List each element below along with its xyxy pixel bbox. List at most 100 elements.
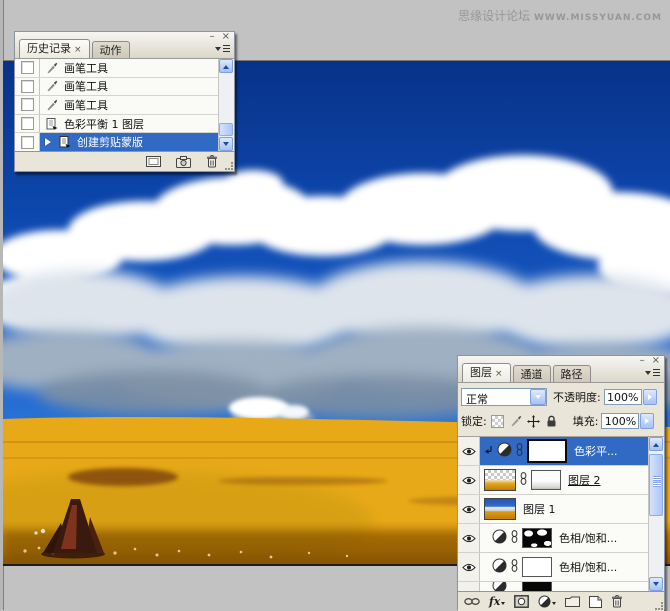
lock-all-icon[interactable]: [545, 414, 559, 428]
blend-mode-select[interactable]: 正常: [461, 388, 547, 406]
close-icon[interactable]: ×: [652, 356, 660, 366]
link-mask-icon[interactable]: [511, 530, 518, 546]
lock-move-icon[interactable]: [527, 414, 541, 428]
lock-paint-icon[interactable]: [509, 414, 523, 428]
chevron-down-icon[interactable]: [530, 389, 546, 405]
watermark: 思缘设计论坛 WWW.MISSYUAN.COM: [458, 7, 662, 24]
tab-layers[interactable]: 图层 ×: [462, 363, 511, 382]
tab-history[interactable]: 历史记录 ×: [19, 39, 90, 58]
history-row[interactable]: 画笔工具: [15, 59, 234, 78]
adjustment-layer-icon[interactable]: [497, 442, 512, 460]
history-state-pointer[interactable]: [45, 138, 55, 147]
layer-name[interactable]: 色彩平...: [574, 443, 618, 459]
brush-icon: [45, 80, 59, 92]
layer-row-partial[interactable]: [458, 582, 664, 591]
resize-grip[interactable]: [655, 602, 663, 610]
link-mask-icon[interactable]: [516, 443, 523, 459]
history-row-label: 画笔工具: [64, 98, 108, 112]
visibility-toggle[interactable]: [458, 553, 480, 581]
adjustment-layer-icon[interactable]: [492, 558, 507, 576]
history-scrollbar[interactable]: [218, 59, 234, 151]
history-row-label: 画笔工具: [64, 61, 108, 75]
panel-menu-icon[interactable]: [215, 44, 230, 55]
history-row[interactable]: 色彩平衡 1 图层: [15, 114, 234, 134]
add-layer-mask-button[interactable]: [514, 595, 530, 608]
link-mask-icon[interactable]: [520, 472, 527, 488]
eye-icon: [461, 447, 476, 455]
minimize-icon[interactable]: –: [210, 32, 215, 42]
layer-thumbnail[interactable]: [484, 469, 516, 491]
history-source-checkbox[interactable]: [20, 98, 34, 112]
lock-transparency-icon[interactable]: [491, 414, 505, 428]
new-snapshot-button[interactable]: [176, 155, 191, 168]
tab-paths[interactable]: 路径: [552, 365, 591, 382]
opacity-input[interactable]: 100%: [603, 389, 642, 405]
layer-mask-thumbnail[interactable]: [531, 470, 561, 490]
new-adjustment-layer-button[interactable]: [538, 595, 557, 608]
layers-footer: fx: [458, 592, 664, 611]
resize-grip[interactable]: [225, 162, 233, 170]
tab-layers-label: 图层: [470, 366, 492, 379]
adjustment-layer-icon: [492, 582, 507, 591]
history-row-label: 画笔工具: [64, 80, 108, 94]
layer-state-icon: [45, 117, 59, 130]
watermark-site-url: WWW.MISSYUAN.COM: [533, 13, 662, 23]
panel-menu-icon[interactable]: [645, 368, 660, 379]
layer-row[interactable]: 色相/饱和...: [458, 553, 664, 582]
delete-icon[interactable]: [611, 595, 623, 608]
layer-row[interactable]: 色相/饱和...: [458, 524, 664, 553]
layer-style-button[interactable]: fx: [489, 595, 506, 608]
history-row[interactable]: 画笔工具: [15, 96, 234, 115]
layer-row[interactable]: 图层 2: [458, 466, 664, 495]
visibility-toggle[interactable]: [458, 466, 480, 494]
layers-scrollbar[interactable]: [648, 437, 664, 591]
adjustment-layer-icon[interactable]: [492, 529, 507, 547]
visibility-toggle[interactable]: [458, 437, 480, 465]
layer-name[interactable]: 色相/饱和...: [559, 530, 617, 546]
history-source-checkbox[interactable]: [20, 117, 34, 131]
layer-name[interactable]: 色相/饱和...: [559, 559, 617, 575]
scroll-down-icon[interactable]: [219, 137, 233, 151]
link-layers-button[interactable]: [464, 597, 480, 606]
history-source-checkbox[interactable]: [20, 79, 34, 93]
visibility-toggle[interactable]: [458, 495, 480, 523]
minimize-icon[interactable]: –: [640, 356, 645, 366]
layer-name[interactable]: 图层 1: [523, 501, 556, 517]
history-list: 画笔工具 画笔工具 画笔工具 色彩平衡 1 图层 创建剪贴蒙版: [15, 59, 234, 152]
history-row-label: 创建剪贴蒙版: [77, 136, 143, 150]
visibility-toggle[interactable]: [458, 524, 480, 552]
eye-icon: [461, 563, 476, 571]
layer-name[interactable]: 图层 2: [568, 472, 601, 488]
delete-icon[interactable]: [206, 155, 218, 168]
fill-arrow-icon[interactable]: [640, 413, 655, 429]
eye-icon: [461, 505, 476, 513]
layer-mask-thumbnail[interactable]: [522, 528, 552, 548]
scroll-up-icon[interactable]: [649, 437, 663, 451]
layer-thumbnail[interactable]: [484, 498, 516, 520]
new-layer-button[interactable]: [589, 595, 603, 608]
layers-controls: 正常 不透明度: 100% 锁定: 填充: 100%: [458, 383, 664, 437]
history-row-label: 色彩平衡 1 图层: [64, 117, 144, 131]
layer-row[interactable]: 图层 1: [458, 495, 664, 524]
close-icon[interactable]: ×: [222, 32, 230, 42]
tab-close-icon[interactable]: ×: [495, 369, 503, 379]
scroll-down-icon[interactable]: [649, 577, 663, 591]
history-source-checkbox[interactable]: [20, 135, 34, 149]
fill-input[interactable]: 100%: [601, 413, 640, 429]
history-source-checkbox[interactable]: [20, 61, 34, 75]
tab-close-icon[interactable]: ×: [74, 45, 82, 55]
layer-row-selected[interactable]: 色彩平...: [458, 437, 664, 466]
layer-mask-thumbnail[interactable]: [527, 439, 567, 463]
layer-mask-thumbnail[interactable]: [522, 557, 552, 577]
scroll-up-icon[interactable]: [219, 59, 233, 73]
new-group-icon[interactable]: [565, 596, 581, 607]
scrollbar-thumb[interactable]: [649, 454, 663, 516]
opacity-arrow-icon[interactable]: [642, 389, 657, 405]
history-row-selected[interactable]: 创建剪贴蒙版: [15, 133, 234, 151]
tab-channels[interactable]: 通道: [512, 365, 551, 382]
new-document-from-state-button[interactable]: [146, 156, 161, 167]
history-row[interactable]: 画笔工具: [15, 77, 234, 97]
tab-actions[interactable]: 动作: [91, 41, 130, 58]
scrollbar-thumb[interactable]: [219, 123, 233, 136]
link-mask-icon[interactable]: [511, 559, 518, 575]
